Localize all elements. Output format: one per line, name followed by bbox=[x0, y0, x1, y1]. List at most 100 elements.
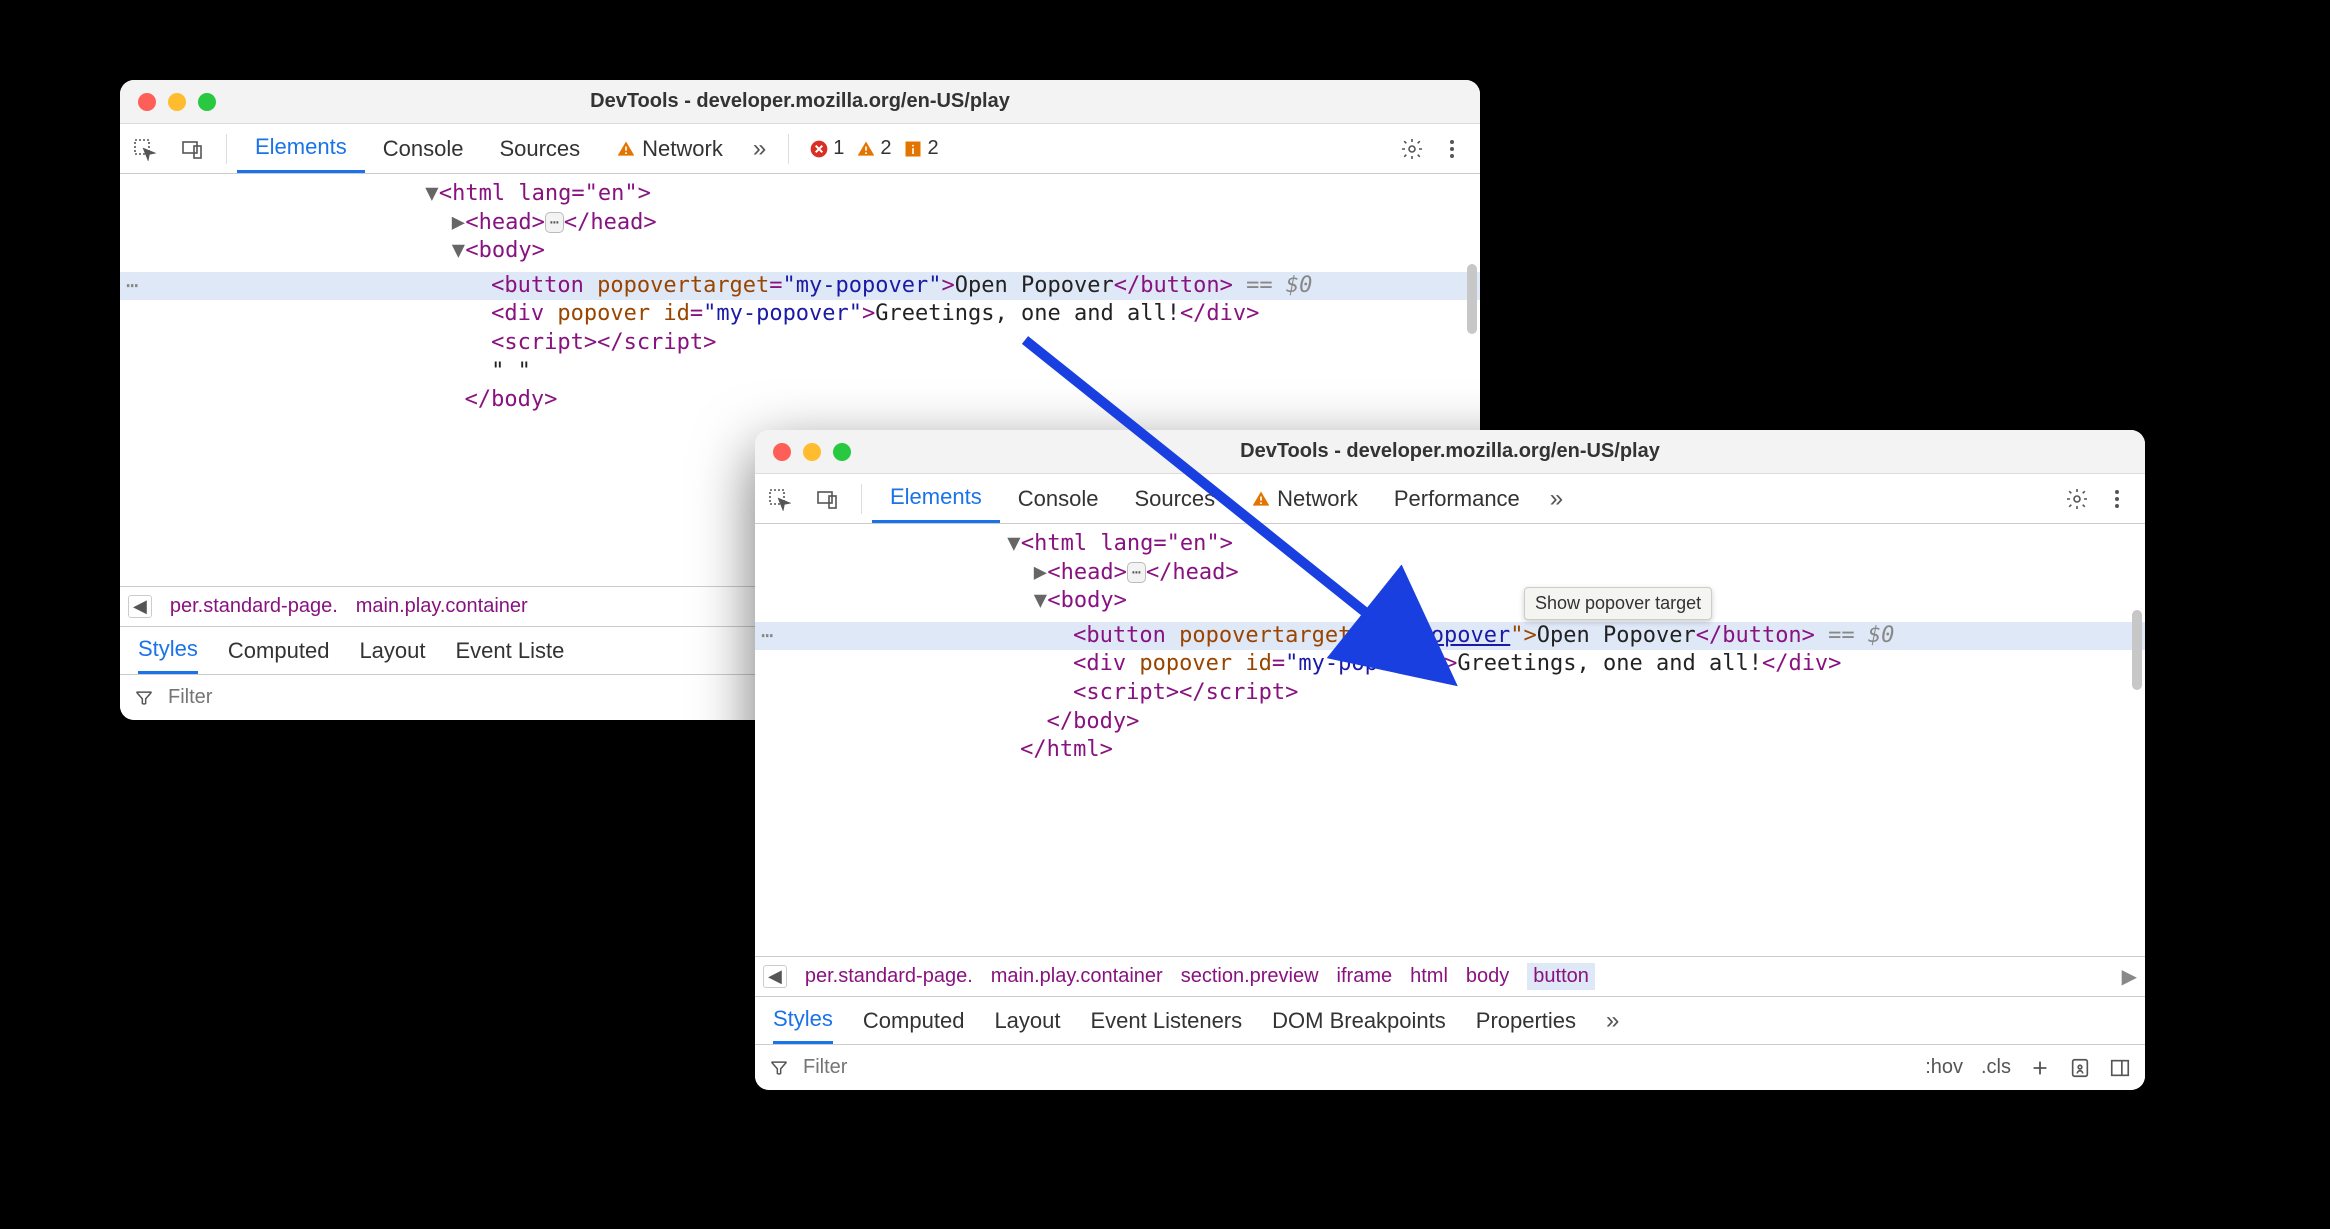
subtab-computed[interactable]: Computed bbox=[863, 997, 965, 1044]
dom-node-body-close[interactable]: </body> bbox=[160, 386, 1480, 415]
zoom-icon[interactable] bbox=[833, 443, 851, 461]
tab-console[interactable]: Console bbox=[365, 124, 482, 173]
tab-elements[interactable]: Elements bbox=[237, 124, 365, 173]
separator bbox=[226, 134, 227, 164]
warning-icon bbox=[616, 139, 636, 159]
styles-tabs: Styles Computed Layout Event Listeners D… bbox=[755, 996, 2145, 1044]
devtools-toolbar: Elements Console Sources Network » 1 2 2 bbox=[120, 124, 1480, 174]
filter-input[interactable] bbox=[801, 1055, 1913, 1080]
warning-icon bbox=[1251, 489, 1271, 509]
scrollbar-thumb[interactable] bbox=[2132, 610, 2142, 690]
tab-sources[interactable]: Sources bbox=[481, 124, 598, 173]
subtab-eventlisteners[interactable]: Event Listeners bbox=[1091, 997, 1243, 1044]
crumb[interactable]: per.standard-page. bbox=[805, 965, 973, 988]
devtools-toolbar: Elements Console Sources Network Perform… bbox=[755, 474, 2145, 524]
dom-node-script[interactable]: <script></script> bbox=[160, 329, 1480, 358]
close-icon[interactable] bbox=[773, 443, 791, 461]
crumb[interactable]: per.standard-page. bbox=[170, 595, 338, 618]
subtab-styles[interactable]: Styles bbox=[773, 997, 833, 1044]
new-style-rule-icon[interactable] bbox=[2029, 1057, 2051, 1079]
dom-node-body[interactable]: ▼<body> bbox=[795, 587, 2145, 616]
tab-network[interactable]: Network bbox=[598, 124, 741, 173]
dom-node-div[interactable]: <div popover id="my-popover">Greetings, … bbox=[160, 300, 1480, 329]
scrollbar-thumb[interactable] bbox=[1467, 264, 1477, 334]
crumb[interactable]: body bbox=[1466, 965, 1509, 988]
dom-node-script[interactable]: <script></script> bbox=[795, 679, 2145, 708]
dom-node-body-close[interactable]: </body> bbox=[795, 708, 2145, 737]
subtab-layout[interactable]: Layout bbox=[994, 997, 1060, 1044]
dom-node-button-selected[interactable]: <button popovertarget="my-popover">Open … bbox=[120, 272, 1480, 301]
settings-icon[interactable] bbox=[2065, 487, 2089, 511]
error-count[interactable]: 1 bbox=[809, 137, 844, 160]
subtab-properties[interactable]: Properties bbox=[1476, 997, 1576, 1044]
traffic-lights bbox=[120, 93, 216, 111]
selected-line-gutter-icon[interactable]: ⋯ bbox=[761, 622, 773, 648]
inspect-icon[interactable] bbox=[759, 487, 799, 511]
zoom-icon[interactable] bbox=[198, 93, 216, 111]
more-subtabs-icon[interactable]: » bbox=[1606, 1007, 1619, 1035]
separator bbox=[861, 484, 862, 514]
devtools-window-front: DevTools - developer.mozilla.org/en-US/p… bbox=[755, 430, 2145, 1090]
info-count[interactable]: 2 bbox=[903, 137, 938, 160]
device-toggle-icon[interactable] bbox=[172, 137, 212, 161]
popover-target-link[interactable]: my-popover bbox=[1378, 623, 1510, 648]
issue-counts[interactable]: 1 2 2 bbox=[809, 137, 938, 160]
breadcrumb-trail[interactable]: ◀ per.standard-page. main.play.container… bbox=[755, 956, 2145, 996]
crumb[interactable]: main.play.container bbox=[356, 595, 528, 618]
tab-sources[interactable]: Sources bbox=[1116, 474, 1233, 523]
dom-node-body[interactable]: ▼<body> bbox=[160, 237, 1480, 266]
dom-node-html[interactable]: ▼<html lang="en"> bbox=[160, 180, 1480, 209]
subtab-computed[interactable]: Computed bbox=[228, 627, 330, 674]
dom-node-button-selected[interactable]: <button popovertarget="my-popover">Open … bbox=[755, 622, 2145, 651]
subtab-eventlisteners[interactable]: Event Liste bbox=[456, 627, 565, 674]
dom-node-div[interactable]: <div popover id="my-popover">Greetings, … bbox=[795, 650, 2145, 679]
window-title: DevTools - developer.mozilla.org/en-US/p… bbox=[755, 440, 2145, 463]
more-tabs-icon[interactable]: » bbox=[1550, 485, 1563, 513]
subtab-dombreakpoints[interactable]: DOM Breakpoints bbox=[1272, 997, 1446, 1044]
hov-toggle[interactable]: :hov bbox=[1925, 1056, 1963, 1079]
warning-count[interactable]: 2 bbox=[856, 137, 891, 160]
dom-node-head[interactable]: ▶<head>⋯</head> bbox=[160, 209, 1480, 238]
crumb[interactable]: html bbox=[1410, 965, 1448, 988]
dom-tree[interactable]: ▼<html lang="en"> ▶<head>⋯</head> ▼<body… bbox=[755, 524, 2145, 956]
close-icon[interactable] bbox=[138, 93, 156, 111]
kebab-menu-icon[interactable] bbox=[1440, 137, 1464, 161]
tab-performance[interactable]: Performance bbox=[1376, 474, 1538, 523]
minimize-icon[interactable] bbox=[168, 93, 186, 111]
tab-elements[interactable]: Elements bbox=[872, 474, 1000, 523]
settings-icon[interactable] bbox=[1400, 137, 1424, 161]
crumb[interactable]: section.preview bbox=[1181, 965, 1319, 988]
chevron-left-icon[interactable]: ◀ bbox=[128, 595, 152, 618]
dom-node-html-close[interactable]: </html> bbox=[795, 736, 2145, 765]
styles-filter-bar: :hov .cls bbox=[755, 1044, 2145, 1090]
ellipsis-icon[interactable]: ⋯ bbox=[1127, 562, 1146, 584]
selected-line-gutter-icon[interactable]: ⋯ bbox=[126, 272, 138, 298]
traffic-lights bbox=[755, 443, 851, 461]
window-title: DevTools - developer.mozilla.org/en-US/p… bbox=[120, 90, 1480, 113]
subtab-layout[interactable]: Layout bbox=[359, 627, 425, 674]
kebab-menu-icon[interactable] bbox=[2105, 487, 2129, 511]
device-toggle-icon[interactable] bbox=[807, 487, 847, 511]
chevron-left-icon[interactable]: ◀ bbox=[763, 965, 787, 988]
toggle-sidebar-icon[interactable] bbox=[2109, 1057, 2131, 1079]
titlebar[interactable]: DevTools - developer.mozilla.org/en-US/p… bbox=[755, 430, 2145, 474]
crumb[interactable]: main.play.container bbox=[991, 965, 1163, 988]
dom-node-html[interactable]: ▼<html lang="en"> bbox=[795, 530, 2145, 559]
titlebar[interactable]: DevTools - developer.mozilla.org/en-US/p… bbox=[120, 80, 1480, 124]
tab-console[interactable]: Console bbox=[1000, 474, 1117, 523]
computed-styles-icon[interactable] bbox=[2069, 1057, 2091, 1079]
more-tabs-icon[interactable]: » bbox=[753, 135, 766, 163]
ellipsis-icon[interactable]: ⋯ bbox=[545, 212, 564, 234]
dom-node-whitespace[interactable]: " " bbox=[160, 358, 1480, 387]
crumb[interactable]: iframe bbox=[1337, 965, 1393, 988]
cls-toggle[interactable]: .cls bbox=[1981, 1056, 2011, 1079]
tab-network[interactable]: Network bbox=[1233, 474, 1376, 523]
inspect-icon[interactable] bbox=[124, 137, 164, 161]
filter-icon bbox=[769, 1058, 789, 1078]
subtab-styles[interactable]: Styles bbox=[138, 627, 198, 674]
dom-node-head[interactable]: ▶<head>⋯</head> bbox=[795, 559, 2145, 588]
popover-target-tooltip: Show popover target bbox=[1524, 587, 1712, 620]
chevron-right-icon[interactable]: ▶ bbox=[2122, 964, 2137, 989]
crumb-selected[interactable]: button bbox=[1527, 963, 1595, 990]
minimize-icon[interactable] bbox=[803, 443, 821, 461]
